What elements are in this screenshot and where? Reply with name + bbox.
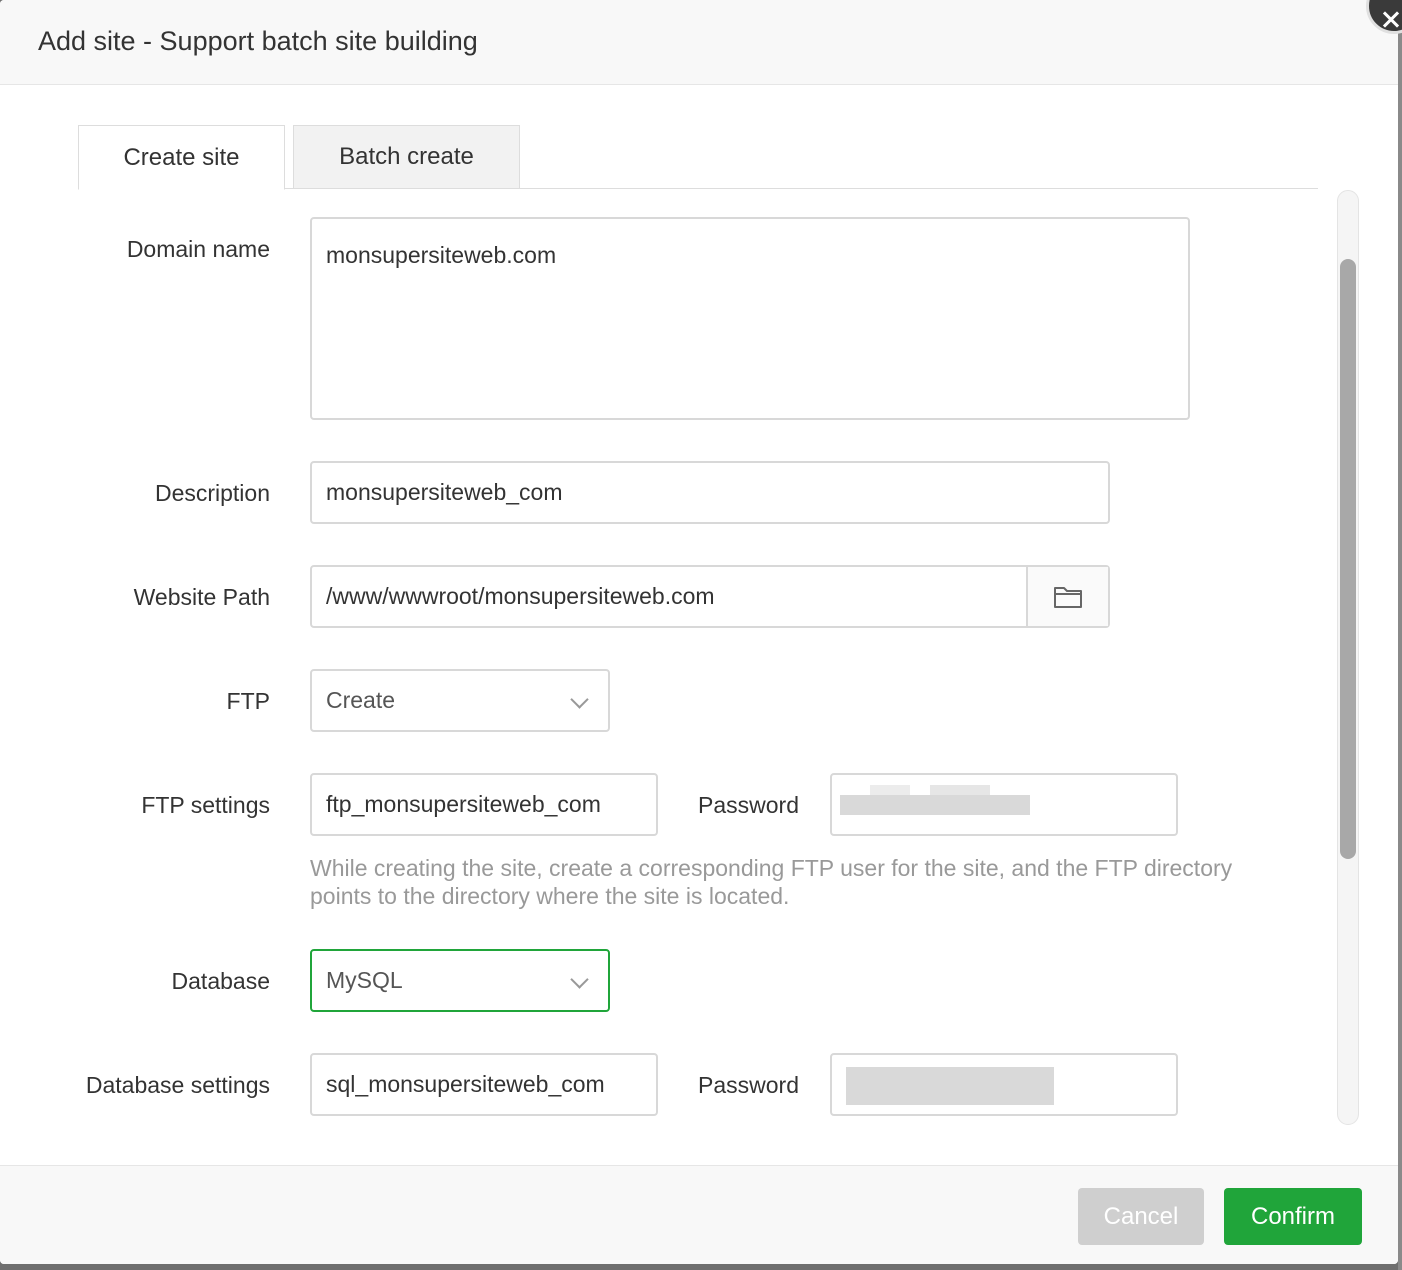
- confirm-button[interactable]: Confirm: [1224, 1188, 1362, 1245]
- add-site-dialog: Add site - Support batch site building C…: [0, 0, 1398, 1264]
- ftp-username-input[interactable]: ftp_monsupersiteweb_com: [310, 773, 658, 836]
- scrollbar-thumb[interactable]: [1340, 259, 1356, 859]
- website-path-value: /www/wwwroot/monsupersiteweb.com: [326, 583, 715, 609]
- form-scrollbar[interactable]: [1337, 190, 1359, 1125]
- dialog-title: Add site - Support batch site building: [38, 26, 478, 56]
- domain-input[interactable]: monsupersiteweb.com: [310, 217, 1190, 420]
- ftp-password-label: Password: [698, 792, 799, 818]
- database-settings-label: Database settings: [85, 1072, 270, 1098]
- dialog-footer: Cancel Confirm: [0, 1165, 1398, 1264]
- ftp-hint-text: While creating the site, create a corres…: [310, 855, 1233, 909]
- dialog-header: Add site - Support batch site building: [0, 0, 1398, 85]
- chevron-down-icon: [570, 970, 589, 989]
- database-select-value: MySQL: [326, 967, 403, 993]
- database-select[interactable]: MySQL: [310, 949, 610, 1012]
- ftp-select-value: Create: [326, 687, 396, 713]
- masked-password: [840, 785, 1040, 823]
- ftp-select[interactable]: Create: [310, 669, 610, 732]
- database-username-input[interactable]: sql_monsupersiteweb_com: [310, 1053, 658, 1116]
- tab-create-site[interactable]: Create site: [78, 125, 285, 190]
- tab-batch-create[interactable]: Batch create: [293, 125, 520, 189]
- domain-label: Domain name: [126, 236, 270, 262]
- website-path-input[interactable]: /www/wwwroot/monsupersiteweb.com: [310, 565, 1110, 628]
- website-path-label: Website Path: [133, 584, 270, 610]
- chevron-down-icon: [570, 690, 589, 709]
- description-label: Description: [154, 480, 270, 506]
- database-password-input[interactable]: [830, 1053, 1178, 1116]
- ftp-label: FTP: [226, 688, 270, 714]
- database-label: Database: [171, 968, 270, 994]
- database-password-label: Password: [698, 1072, 799, 1098]
- folder-icon: [1054, 586, 1082, 608]
- form-area: Domain name monsupersiteweb.com Descript…: [0, 190, 1336, 1125]
- ftp-password-input[interactable]: [830, 773, 1178, 836]
- database-username-value: sql_monsupersiteweb_com: [326, 1071, 605, 1097]
- tab-bar: Create site Batch create: [78, 125, 1318, 190]
- masked-password: [846, 1067, 1056, 1105]
- background-strip: [1398, 0, 1402, 1270]
- ftp-username-value: ftp_monsupersiteweb_com: [326, 791, 601, 817]
- description-value: monsupersiteweb_com: [326, 479, 563, 505]
- description-input[interactable]: monsupersiteweb_com: [310, 461, 1110, 524]
- browse-folder-button[interactable]: [1026, 567, 1108, 626]
- cancel-button[interactable]: Cancel: [1078, 1188, 1204, 1245]
- ftp-settings-label: FTP settings: [141, 792, 270, 818]
